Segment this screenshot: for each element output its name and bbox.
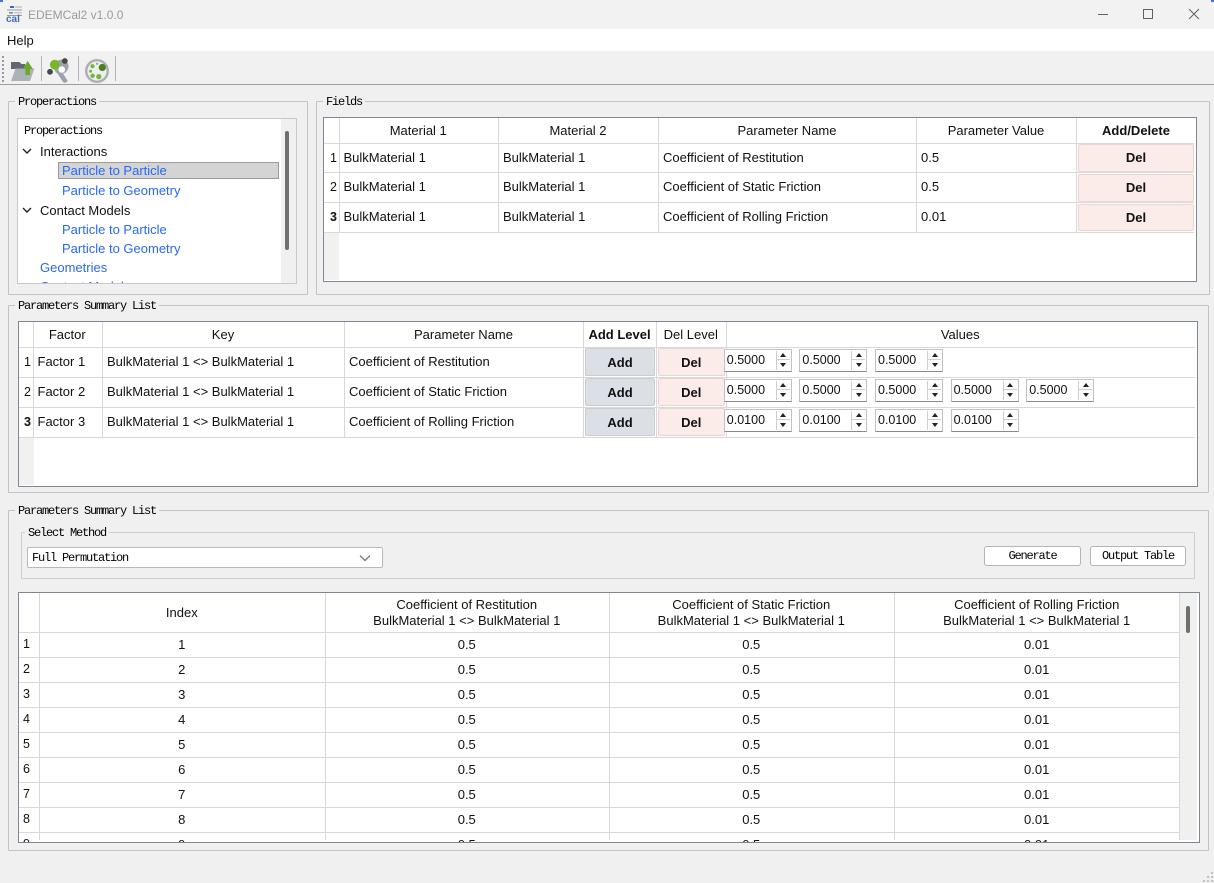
- svg-text:cal: cal: [6, 14, 20, 23]
